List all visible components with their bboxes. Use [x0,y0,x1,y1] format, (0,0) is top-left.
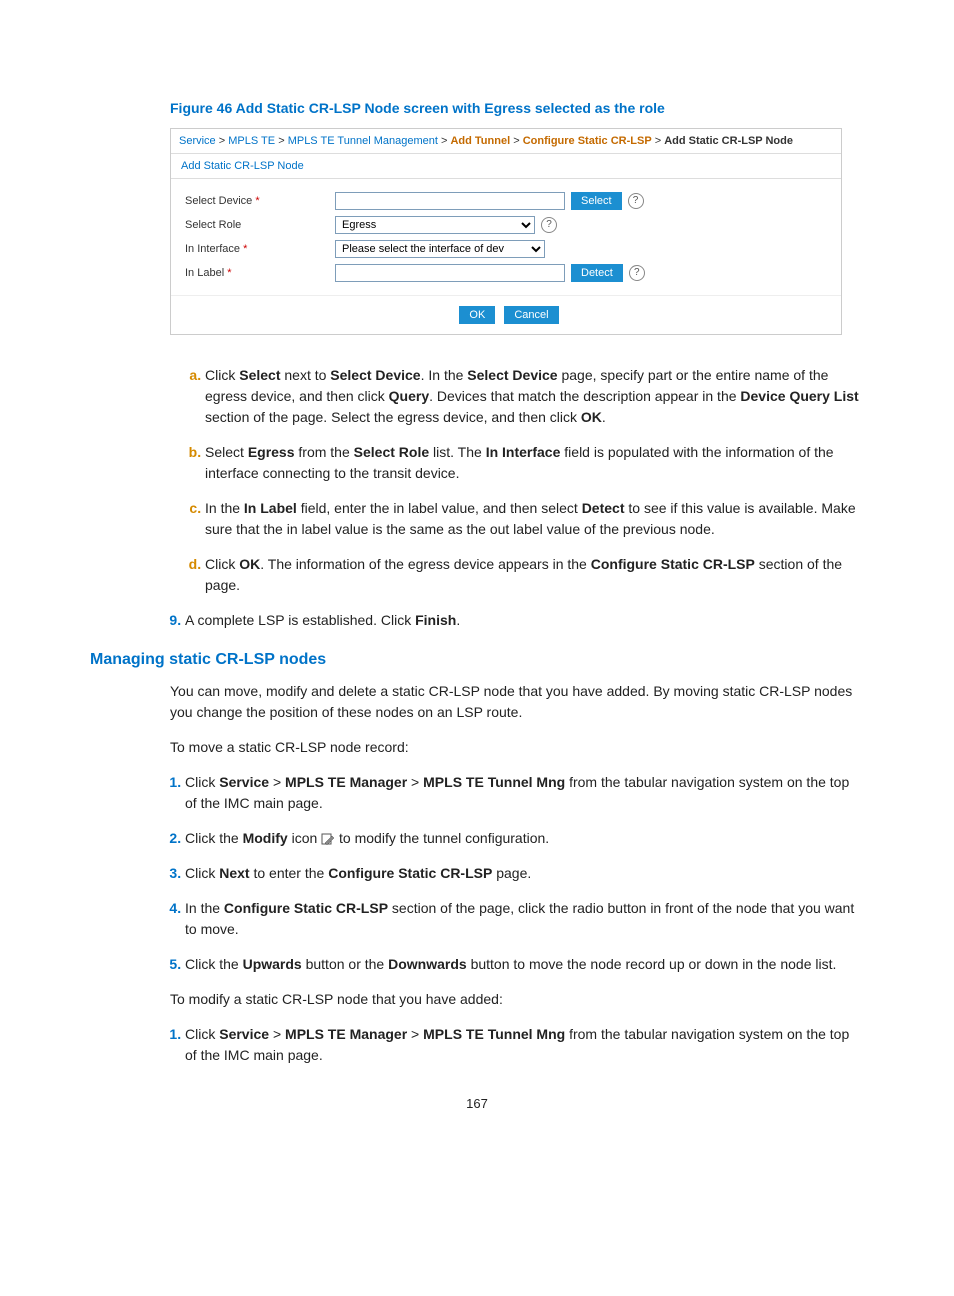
in-label-label: In Label * [171,267,335,279]
detect-button[interactable]: Detect [571,264,623,282]
ok-button[interactable]: OK [459,306,495,324]
panel-title: Add Static CR-LSP Node [171,153,841,179]
in-interface-label: In Interface * [171,243,335,255]
help-icon[interactable]: ? [541,217,557,233]
move-step-2: Click the Modify icon to modify the tunn… [185,828,864,849]
select-device-label: Select Device * [171,195,335,207]
select-role-dropdown[interactable]: Egress [335,216,535,234]
step-a: Click Select next to Select Device. In t… [205,365,864,428]
breadcrumb-sep: > [513,135,519,147]
breadcrumb-add-node: Add Static CR-LSP Node [664,135,793,147]
breadcrumb-sep: > [441,135,447,147]
breadcrumb-add-tunnel[interactable]: Add Tunnel [450,135,510,147]
form-area: Select Device * Select ? Select Role Egr… [171,179,841,295]
help-icon[interactable]: ? [629,265,645,281]
section-heading: Managing static CR-LSP nodes [90,651,864,669]
in-interface-dropdown[interactable]: Please select the interface of dev [335,240,545,258]
modify-icon [321,832,335,846]
breadcrumb-tunnel-mgmt[interactable]: MPLS TE Tunnel Management [288,135,438,147]
breadcrumb-service[interactable]: Service [179,135,216,147]
step-b: Select Egress from the Select Role list.… [205,442,864,484]
help-icon[interactable]: ? [628,193,644,209]
step-c: In the In Label field, enter the in labe… [205,498,864,540]
para-modify-intro: To modify a static CR-LSP node that you … [170,989,864,1010]
breadcrumb-sep: > [278,135,284,147]
mod-step-1: Click Service > MPLS TE Manager > MPLS T… [185,1024,864,1066]
screenshot-panel: Service > MPLS TE > MPLS TE Tunnel Manag… [170,128,842,335]
breadcrumb-sep: > [219,135,225,147]
button-bar: OK Cancel [171,295,841,334]
breadcrumb-mplste[interactable]: MPLS TE [228,135,275,147]
in-label-input[interactable] [335,264,565,282]
move-step-4: In the Configure Static CR-LSP section o… [185,898,864,940]
select-button[interactable]: Select [571,192,622,210]
breadcrumb: Service > MPLS TE > MPLS TE Tunnel Manag… [171,129,841,153]
figure-caption: Figure 46 Add Static CR-LSP Node screen … [170,100,864,116]
cancel-button[interactable]: Cancel [504,306,558,324]
breadcrumb-sep: > [655,135,661,147]
select-role-label: Select Role [171,219,335,231]
step-9: A complete LSP is established. Click Fin… [185,610,864,631]
select-device-input[interactable] [335,192,565,210]
para-intro: You can move, modify and delete a static… [170,681,864,723]
step-d: Click OK. The information of the egress … [205,554,864,596]
breadcrumb-config-static[interactable]: Configure Static CR-LSP [523,135,652,147]
move-step-3: Click Next to enter the Configure Static… [185,863,864,884]
move-step-5: Click the Upwards button or the Downward… [185,954,864,975]
para-move-intro: To move a static CR-LSP node record: [170,737,864,758]
move-step-1: Click Service > MPLS TE Manager > MPLS T… [185,772,864,814]
page-number: 167 [90,1096,864,1111]
